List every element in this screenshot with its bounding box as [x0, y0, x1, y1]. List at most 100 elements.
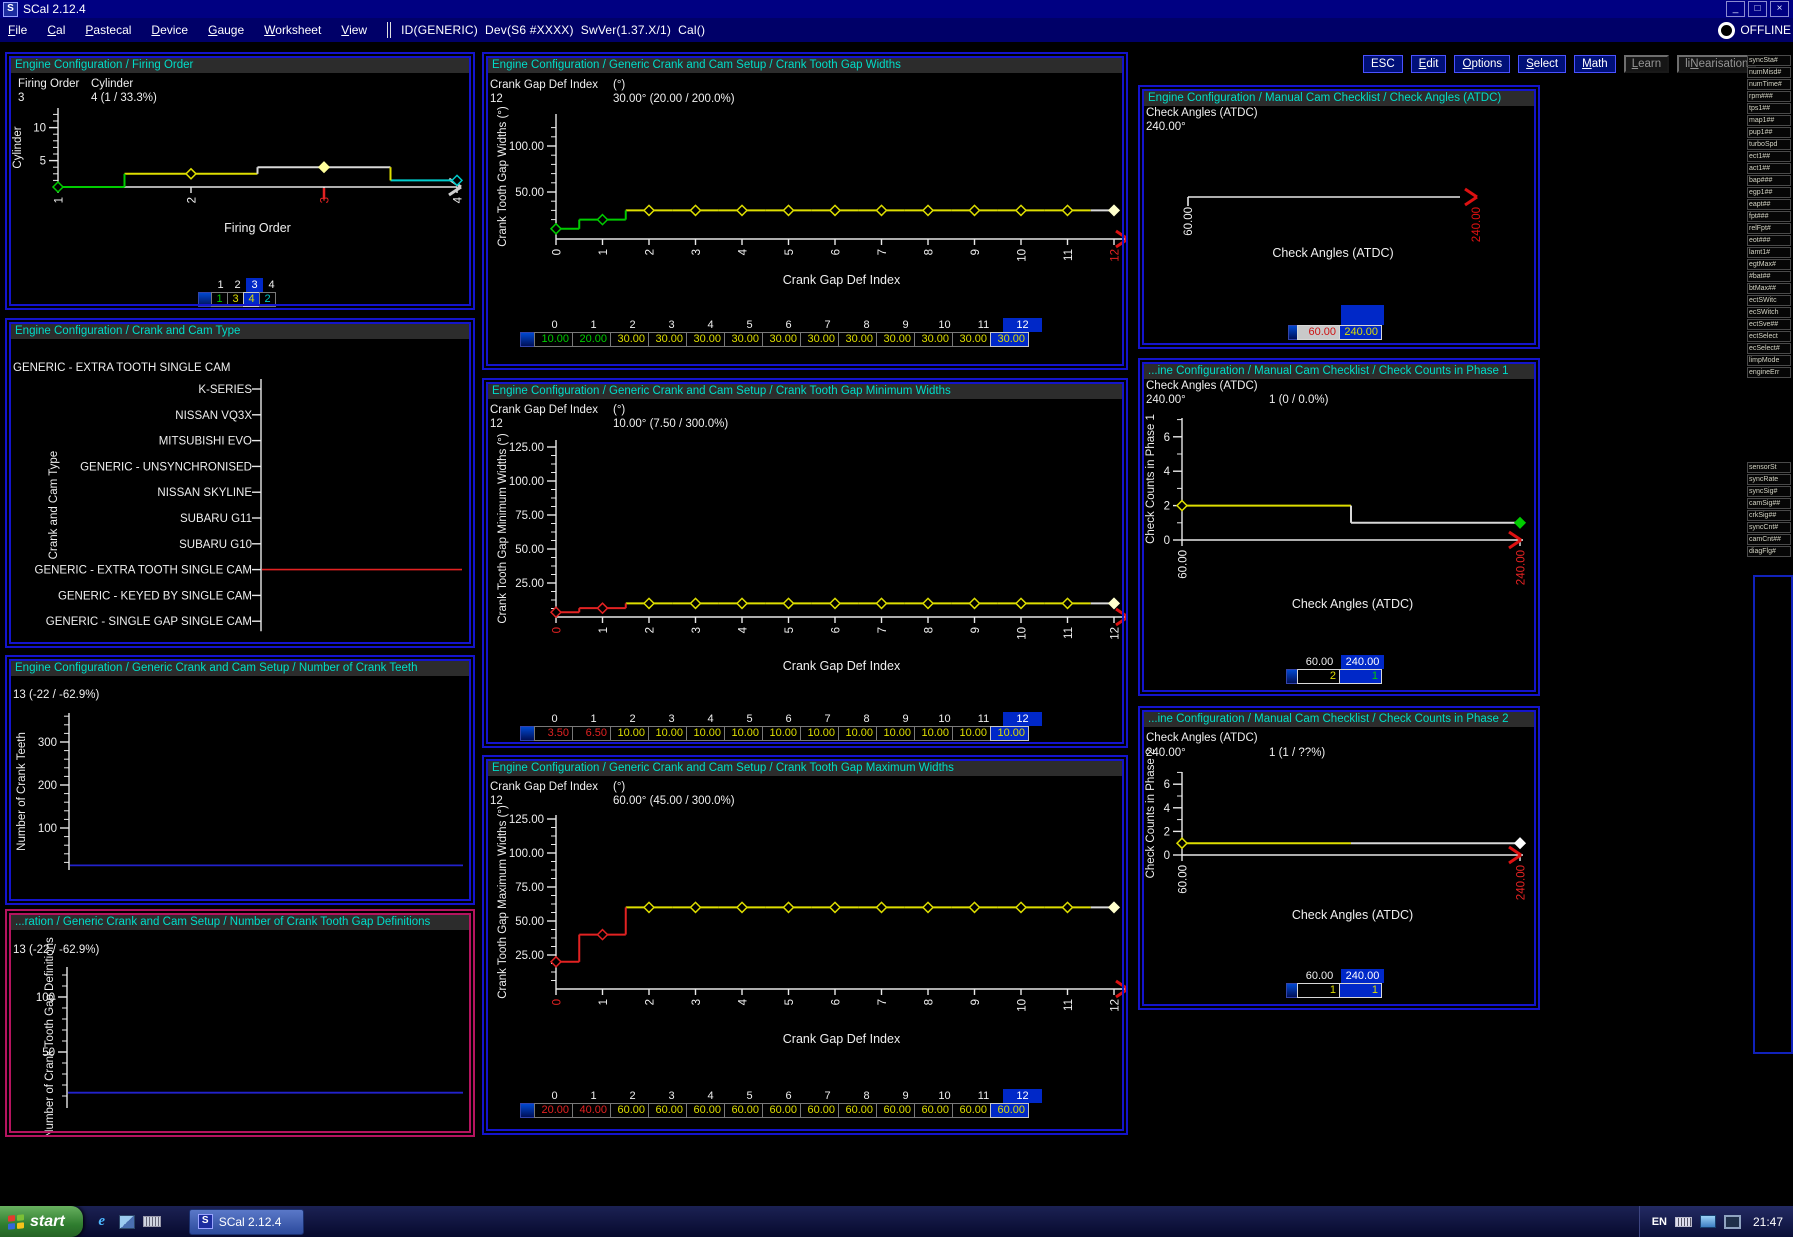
- value-cell[interactable]: 60.00: [610, 1103, 649, 1118]
- value-cell[interactable]: 60.00: [914, 1103, 953, 1118]
- button-options[interactable]: Options: [1454, 55, 1510, 73]
- value-cell[interactable]: 60.00: [838, 1103, 877, 1118]
- value-cell[interactable]: 4: [243, 292, 260, 307]
- value-cell[interactable]: 10.00: [952, 726, 991, 741]
- column-header[interactable]: 5: [730, 318, 769, 332]
- value-cell[interactable]: 20.00: [572, 332, 611, 347]
- column-header[interactable]: 4: [691, 712, 730, 726]
- gauge-item[interactable]: syncRate: [1747, 474, 1791, 485]
- column-header[interactable]: 1: [574, 318, 613, 332]
- gauge-item[interactable]: act1##: [1747, 163, 1791, 174]
- value-cell[interactable]: 30.00: [800, 332, 839, 347]
- value-cell[interactable]: 6.50: [572, 726, 611, 741]
- value-cell[interactable]: 1: [1339, 983, 1382, 998]
- value-cell[interactable]: 1: [211, 292, 228, 307]
- value-cell[interactable]: 60.00: [1297, 325, 1340, 340]
- gauge-item[interactable]: limpMode: [1747, 355, 1791, 366]
- panel-chart[interactable]: K-SERIESNISSAN VQ3XMITSUBISHI EVOGENERIC…: [5, 318, 475, 648]
- gauge-item[interactable]: fpt###: [1747, 211, 1791, 222]
- column-header[interactable]: 7: [808, 712, 847, 726]
- column-header[interactable]: 3: [652, 318, 691, 332]
- value-cell[interactable]: 40.00: [572, 1103, 611, 1118]
- value-cell[interactable]: 1: [1297, 983, 1340, 998]
- column-header[interactable]: 1: [212, 278, 229, 292]
- column-header[interactable]: 11: [964, 1089, 1003, 1103]
- value-cell[interactable]: 30.00: [648, 332, 687, 347]
- table-row-header[interactable]: [198, 292, 212, 307]
- value-cell[interactable]: 240.00: [1339, 325, 1382, 340]
- gauge-item[interactable]: turboSpd: [1747, 139, 1791, 150]
- value-cell[interactable]: 2: [259, 292, 276, 307]
- value-cell[interactable]: 60.00: [648, 1103, 687, 1118]
- gauge-item[interactable]: tps1##: [1747, 103, 1791, 114]
- gauge-item[interactable]: ecSWitch: [1747, 307, 1791, 318]
- column-header[interactable]: 0: [535, 318, 574, 332]
- value-cell[interactable]: 1: [1339, 669, 1382, 684]
- value-cell[interactable]: 20.00: [534, 1103, 573, 1118]
- value-cell[interactable]: 60.00: [876, 1103, 915, 1118]
- column-header[interactable]: 2: [229, 278, 246, 292]
- panel-chart[interactable]: 25.0050.0075.00100.00125.000123456789101…: [482, 755, 1128, 1135]
- keyboard-launcher-icon[interactable]: [143, 1216, 161, 1227]
- value-cell[interactable]: 10.00: [686, 726, 725, 741]
- value-cell[interactable]: 30.00: [610, 332, 649, 347]
- column-header[interactable]: 7: [808, 1089, 847, 1103]
- column-header[interactable]: [1298, 305, 1341, 325]
- value-cell[interactable]: 60.00: [686, 1103, 725, 1118]
- panel-chart[interactable]: 024660.00240.00Check Counts in Phase 1Ch…: [1138, 358, 1540, 696]
- gauge-item[interactable]: ectSelect: [1747, 331, 1791, 342]
- gauge-item[interactable]: ectSve##: [1747, 319, 1791, 330]
- column-header[interactable]: 8: [847, 318, 886, 332]
- button-learn[interactable]: Learn: [1624, 55, 1669, 73]
- value-cell[interactable]: 3.50: [534, 726, 573, 741]
- column-header[interactable]: 9: [886, 1089, 925, 1103]
- value-cell[interactable]: 10.00: [876, 726, 915, 741]
- column-header[interactable]: 60.00: [1298, 655, 1341, 669]
- column-header[interactable]: 2: [613, 1089, 652, 1103]
- column-header[interactable]: 8: [847, 712, 886, 726]
- value-cell[interactable]: 30.00: [914, 332, 953, 347]
- value-cell[interactable]: 10.00: [990, 726, 1029, 741]
- column-header[interactable]: 0: [535, 1089, 574, 1103]
- show-desktop-icon[interactable]: [119, 1215, 135, 1229]
- value-cell[interactable]: 30.00: [762, 332, 801, 347]
- gauge-item[interactable]: syncCnt#: [1747, 522, 1791, 533]
- gauge-item[interactable]: eapt##: [1747, 199, 1791, 210]
- value-cell[interactable]: 10.00: [800, 726, 839, 741]
- column-header[interactable]: 4: [263, 278, 280, 292]
- value-cell[interactable]: 3: [227, 292, 244, 307]
- column-header[interactable]: 11: [964, 318, 1003, 332]
- column-header[interactable]: 1: [574, 712, 613, 726]
- gauge-item[interactable]: numMisd#: [1747, 67, 1791, 78]
- gauge-item[interactable]: syncSig#: [1747, 486, 1791, 497]
- value-cell[interactable]: 30.00: [876, 332, 915, 347]
- table-row-header[interactable]: [520, 332, 535, 347]
- table-row-header[interactable]: [520, 726, 535, 741]
- table-row-header[interactable]: [520, 1103, 535, 1118]
- value-cell[interactable]: 10.00: [914, 726, 953, 741]
- column-header[interactable]: 12: [1003, 318, 1042, 332]
- value-cell[interactable]: 30.00: [838, 332, 877, 347]
- panel-chart[interactable]: 5101234CylinderFiring Order: [5, 52, 475, 310]
- button-esc[interactable]: ESC: [1363, 55, 1403, 73]
- network-tray-icon[interactable]: [1700, 1215, 1716, 1228]
- gauge-item[interactable]: camSig##: [1747, 498, 1791, 509]
- value-cell[interactable]: 30.00: [724, 332, 763, 347]
- gauge-item[interactable]: map1##: [1747, 115, 1791, 126]
- panel-chart[interactable]: 25.0050.0075.00100.00125.000123456789101…: [482, 378, 1128, 748]
- value-cell[interactable]: 2: [1297, 669, 1340, 684]
- task-button-scal[interactable]: S SCal 2.12.4: [189, 1209, 305, 1235]
- column-header[interactable]: 2: [613, 318, 652, 332]
- column-header[interactable]: 2: [613, 712, 652, 726]
- column-header[interactable]: 1: [574, 1089, 613, 1103]
- column-header[interactable]: 7: [808, 318, 847, 332]
- value-cell[interactable]: 60.00: [990, 1103, 1029, 1118]
- gauge-item[interactable]: ect1##: [1747, 151, 1791, 162]
- column-header[interactable]: 12: [1003, 712, 1042, 726]
- internet-explorer-icon[interactable]: e: [93, 1213, 111, 1231]
- column-header[interactable]: 3: [652, 712, 691, 726]
- column-header[interactable]: 10: [925, 318, 964, 332]
- start-button[interactable]: start: [0, 1206, 83, 1237]
- column-header[interactable]: 4: [691, 318, 730, 332]
- column-header[interactable]: 9: [886, 712, 925, 726]
